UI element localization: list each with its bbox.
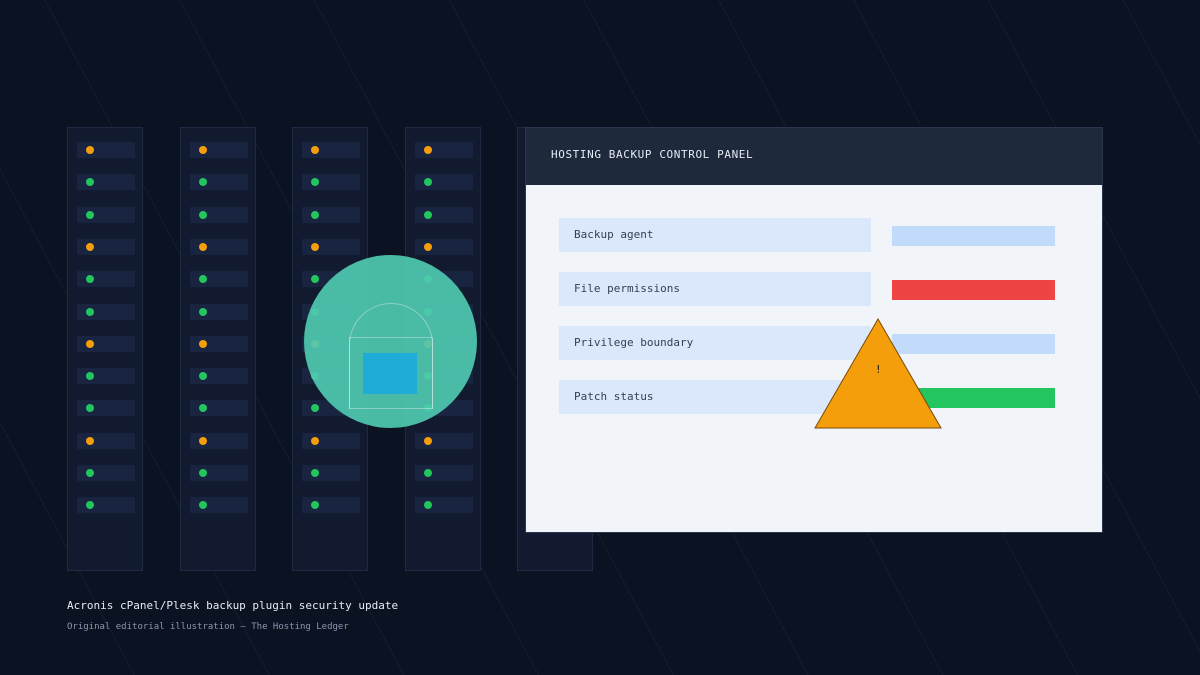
status-led-green	[424, 501, 432, 510]
status-led-green	[424, 210, 432, 219]
status-led-green	[86, 178, 94, 187]
status-led-green	[199, 469, 207, 477]
status-led-orange	[199, 339, 207, 348]
status-led-green	[86, 372, 94, 381]
rack-slot	[415, 206, 473, 223]
rack-slot	[77, 174, 135, 191]
panel-title: HOSTING BACKUP CONTROL PANEL	[551, 148, 754, 161]
status-led-orange	[86, 242, 94, 251]
rack-slot	[77, 465, 135, 481]
status-led-green	[424, 469, 432, 477]
rack-slot	[190, 238, 248, 255]
status-led-green	[86, 307, 94, 316]
server-rack	[67, 127, 143, 571]
rack-slot	[190, 368, 248, 385]
rack-slot	[415, 465, 473, 481]
rack-slot	[190, 465, 248, 481]
status-led-orange	[424, 146, 432, 154]
status-led-green	[199, 275, 207, 284]
lock-icon	[363, 353, 417, 394]
status-led-green	[199, 307, 207, 316]
rack-slot	[77, 238, 135, 255]
status-led-orange	[311, 242, 319, 251]
rack-slot	[415, 238, 473, 255]
rack-slot	[190, 206, 248, 223]
status-led-orange	[86, 339, 94, 348]
status-led-green	[86, 501, 94, 510]
rack-slot	[190, 400, 248, 417]
warning-triangle-icon: !	[814, 318, 942, 429]
rack-slot	[77, 206, 135, 223]
caption-credit: Original editorial illustration — The Ho…	[67, 622, 349, 632]
status-led-orange	[86, 146, 94, 154]
rack-slot	[77, 432, 135, 449]
panel-header: HOSTING BACKUP CONTROL PANEL	[526, 128, 1102, 185]
rack-slot	[415, 174, 473, 191]
rack-slot	[77, 335, 135, 352]
rack-slot	[190, 303, 248, 320]
rack-slot	[302, 142, 360, 158]
status-led-orange	[424, 242, 432, 251]
warning-exclamation: !	[875, 363, 882, 376]
rack-slot	[302, 174, 360, 191]
row-label: Privilege boundary	[574, 336, 694, 349]
row-label: File permissions	[574, 282, 680, 295]
rack-slot	[77, 368, 135, 385]
status-led-orange	[424, 436, 432, 445]
status-led-green	[86, 275, 94, 284]
status-led-green	[311, 404, 319, 413]
rack-slot	[302, 432, 360, 449]
rack-slot	[77, 271, 135, 288]
rack-slot	[190, 142, 248, 158]
rack-slot	[302, 497, 360, 514]
status-led-green	[86, 469, 94, 477]
status-led-orange	[86, 436, 94, 445]
rack-slot	[302, 206, 360, 223]
status-led-orange	[199, 146, 207, 154]
status-led-green	[424, 178, 432, 187]
rack-slot	[77, 303, 135, 320]
status-bar	[892, 226, 1055, 246]
rack-slot	[77, 400, 135, 417]
status-led-green	[311, 275, 319, 284]
status-led-green	[199, 404, 207, 413]
rack-slot	[190, 432, 248, 449]
rack-slot	[415, 497, 473, 514]
status-led-green	[199, 178, 207, 187]
status-led-green	[311, 469, 319, 477]
rack-slot	[415, 142, 473, 158]
status-led-green	[86, 210, 94, 219]
status-led-orange	[311, 436, 319, 445]
rack-slot	[190, 174, 248, 191]
status-led-green	[86, 404, 94, 413]
rack-slot	[415, 432, 473, 449]
row-label: Patch status	[574, 390, 654, 403]
status-led-green	[311, 178, 319, 187]
rack-slot	[190, 271, 248, 288]
caption-title: Acronis cPanel/Plesk backup plugin secur…	[67, 599, 399, 612]
rack-slot	[190, 335, 248, 352]
server-rack	[180, 127, 256, 571]
rack-slot	[77, 142, 135, 158]
status-led-green	[199, 210, 207, 219]
status-led-green	[311, 501, 319, 510]
status-bar	[892, 280, 1055, 300]
rack-slot	[190, 497, 248, 514]
rack-slot	[302, 465, 360, 481]
status-row-backup-agent: Backup agent	[559, 218, 871, 252]
rack-slot	[302, 238, 360, 255]
status-led-green	[311, 210, 319, 219]
status-led-orange	[311, 146, 319, 154]
status-row-file-permissions: File permissions	[559, 272, 871, 306]
status-led-green	[199, 372, 207, 381]
status-led-green	[199, 501, 207, 510]
status-led-orange	[199, 242, 207, 251]
status-led-orange	[199, 436, 207, 445]
row-label: Backup agent	[574, 228, 654, 241]
rack-slot	[77, 497, 135, 514]
